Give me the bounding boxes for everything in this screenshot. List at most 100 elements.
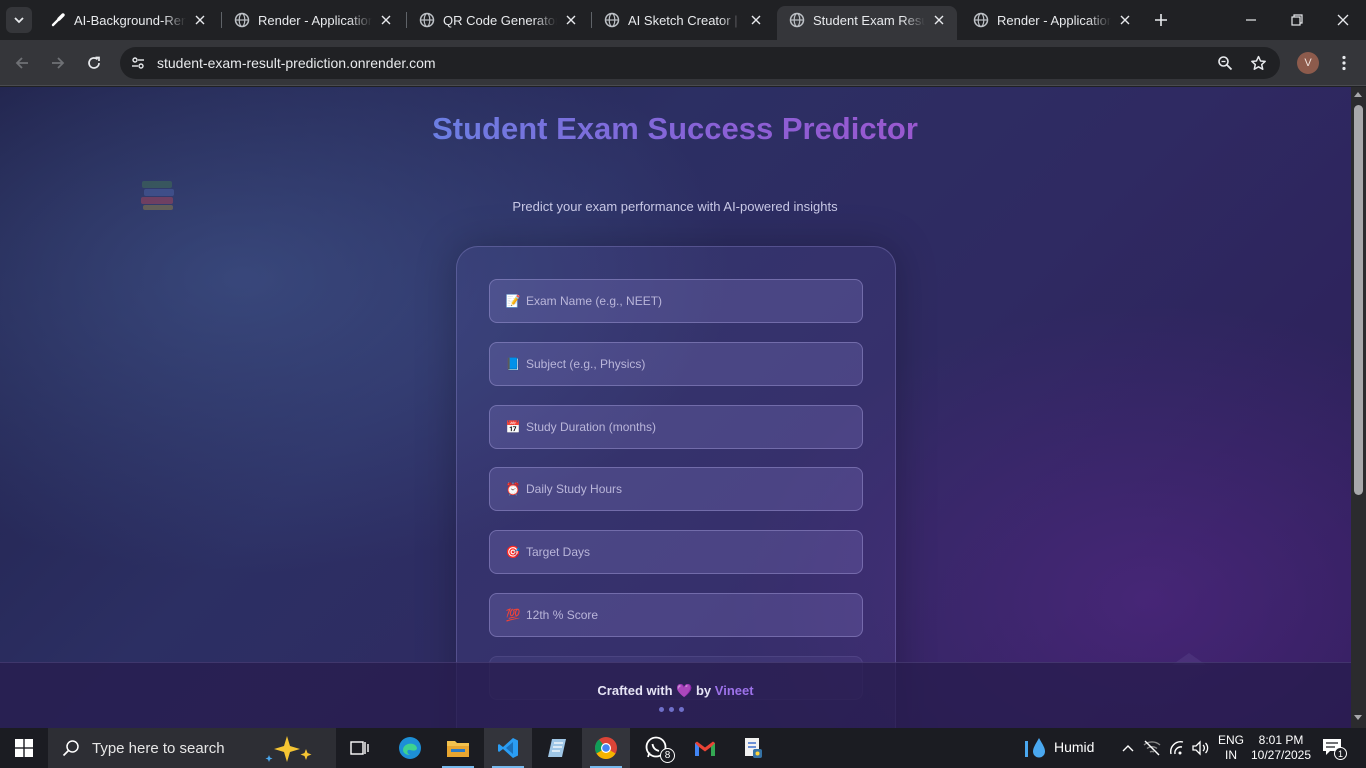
tab-title: AI Sketch Creator | Vineet bbox=[628, 12, 742, 28]
book-icon: 📘 bbox=[505, 357, 521, 371]
zoom-icon[interactable] bbox=[1215, 53, 1235, 73]
site-info-icon[interactable] bbox=[128, 53, 148, 73]
close-tab-icon[interactable] bbox=[563, 12, 579, 28]
url-text: student-exam-result-prediction.onrender.… bbox=[157, 55, 436, 71]
restore-button[interactable] bbox=[1274, 0, 1320, 40]
close-tab-icon[interactable] bbox=[192, 12, 208, 28]
close-tab-icon[interactable] bbox=[931, 12, 947, 28]
alarm-clock-icon: ⏰ bbox=[505, 482, 521, 496]
subject-field[interactable]: 📘 bbox=[489, 342, 863, 386]
prediction-form: 📝 📘 📅 ⏰ 🎯 💯 bbox=[456, 246, 896, 728]
close-icon bbox=[1337, 14, 1349, 26]
whatsapp-taskbar-button[interactable]: 8 bbox=[632, 728, 680, 768]
forward-button[interactable] bbox=[44, 49, 72, 77]
profile-avatar[interactable]: V bbox=[1297, 52, 1319, 74]
subject-input[interactable] bbox=[526, 357, 846, 371]
hundred-points-icon: 💯 bbox=[505, 608, 521, 622]
clock[interactable]: 8:01 PM 10/27/2025 bbox=[1250, 733, 1312, 763]
tab-title: QR Code Generator & Scanner bbox=[443, 12, 557, 28]
target-days-field[interactable]: 🎯 bbox=[489, 530, 863, 574]
weather-text[interactable]: Humid bbox=[1054, 740, 1094, 755]
page-subtitle: Predict your exam performance with AI-po… bbox=[512, 199, 838, 214]
tab-render-dashboard[interactable]: Render - Application Dashboard bbox=[222, 6, 404, 34]
globe-icon bbox=[604, 12, 620, 28]
bg-remover-favicon-icon bbox=[50, 12, 66, 28]
close-tab-icon[interactable] bbox=[378, 12, 394, 28]
exam-name-input[interactable] bbox=[526, 294, 846, 308]
heart-icon: 💜 bbox=[676, 683, 693, 698]
tab-render-dashboard-2[interactable]: Render - Application Dashboard bbox=[961, 6, 1143, 34]
volume-icon[interactable] bbox=[1192, 740, 1210, 756]
task-view-button[interactable] bbox=[336, 728, 384, 768]
browser-toolbar: student-exam-result-prediction.onrender.… bbox=[0, 40, 1366, 86]
gmail-icon bbox=[695, 741, 715, 756]
target-icon: 🎯 bbox=[505, 545, 521, 559]
gmail-taskbar-button[interactable] bbox=[681, 728, 729, 768]
footer-credit: Crafted with 💜 by Vineet bbox=[0, 683, 1351, 699]
close-tab-icon[interactable] bbox=[1117, 12, 1133, 28]
tab-title: AI-Background-Remover bbox=[74, 12, 186, 28]
twelfth-score-field[interactable]: 💯 bbox=[489, 593, 863, 637]
address-bar[interactable]: student-exam-result-prediction.onrender.… bbox=[120, 47, 1280, 79]
browser-menu-button[interactable] bbox=[1334, 53, 1354, 73]
tab-ai-sketch-creator[interactable]: AI Sketch Creator | Vineet bbox=[592, 6, 774, 34]
edge-icon bbox=[399, 737, 421, 759]
page-footer: Crafted with 💜 by Vineet bbox=[0, 662, 1351, 728]
exam-name-field[interactable]: 📝 bbox=[489, 279, 863, 323]
clock-date: 10/27/2025 bbox=[1250, 748, 1312, 762]
close-tab-icon[interactable] bbox=[748, 12, 764, 28]
tab-ai-background-remover[interactable]: AI-Background-Remover bbox=[38, 6, 218, 34]
new-tab-button[interactable] bbox=[1149, 8, 1173, 32]
minimize-icon bbox=[1246, 19, 1256, 21]
tab-student-exam-predictor[interactable]: Student Exam Result Predictor bbox=[777, 6, 957, 40]
notepad-icon bbox=[548, 739, 566, 757]
daily-hours-input[interactable] bbox=[526, 482, 846, 496]
chevron-up-icon[interactable] bbox=[1121, 741, 1135, 755]
tab-title: Render - Application Dashboard bbox=[997, 12, 1111, 28]
globe-icon bbox=[973, 12, 989, 28]
scroll-up-arrow-icon[interactable] bbox=[1354, 92, 1362, 97]
taskbar-search-box[interactable]: Type here to search bbox=[48, 728, 336, 768]
study-duration-input[interactable] bbox=[526, 420, 846, 434]
page-scrollbar[interactable] bbox=[1351, 87, 1366, 728]
sparkle-icon bbox=[265, 736, 312, 762]
back-button[interactable] bbox=[8, 49, 36, 77]
globe-icon bbox=[789, 12, 805, 28]
page-viewport: Student Exam Success Predictor Predict y… bbox=[0, 87, 1351, 728]
study-duration-field[interactable]: 📅 bbox=[489, 405, 863, 449]
python-setup-taskbar-button[interactable] bbox=[729, 728, 777, 768]
file-explorer-taskbar-button[interactable] bbox=[434, 728, 482, 768]
weather-humid-icon[interactable] bbox=[1024, 736, 1048, 760]
footer-author: Vineet bbox=[714, 683, 754, 698]
scrollbar-thumb[interactable] bbox=[1354, 105, 1363, 495]
notification-center-button[interactable]: 1 bbox=[1322, 738, 1347, 760]
language-code: ENG bbox=[1217, 733, 1244, 747]
scroll-down-arrow-icon[interactable] bbox=[1354, 715, 1362, 720]
minimize-button[interactable] bbox=[1228, 0, 1274, 40]
taskbar-search-placeholder: Type here to search bbox=[92, 739, 225, 757]
vscode-taskbar-button[interactable] bbox=[484, 728, 532, 768]
daily-hours-field[interactable]: ⏰ bbox=[489, 467, 863, 511]
page-title: Student Exam Success Predictor bbox=[425, 107, 925, 150]
close-window-button[interactable] bbox=[1320, 0, 1366, 40]
start-button[interactable] bbox=[0, 728, 48, 768]
input-language[interactable]: ENG IN bbox=[1214, 733, 1248, 763]
network-off-icon[interactable] bbox=[1143, 740, 1161, 756]
memo-icon: 📝 bbox=[505, 294, 521, 308]
target-days-input[interactable] bbox=[526, 545, 846, 559]
twelfth-score-input[interactable] bbox=[526, 608, 846, 622]
loading-dots bbox=[659, 707, 684, 712]
whatsapp-badge: 8 bbox=[660, 748, 675, 763]
tab-qr-code-generator[interactable]: QR Code Generator & Scanner bbox=[407, 6, 589, 34]
folder-icon bbox=[447, 741, 469, 757]
notepad-taskbar-button[interactable] bbox=[533, 728, 581, 768]
edge-taskbar-button[interactable] bbox=[386, 728, 434, 768]
wifi-icon[interactable] bbox=[1168, 740, 1186, 756]
chrome-icon bbox=[595, 737, 617, 759]
globe-icon bbox=[234, 12, 250, 28]
chrome-taskbar-button[interactable] bbox=[582, 728, 630, 768]
tab-search-button[interactable] bbox=[6, 7, 32, 33]
tab-strip: AI-Background-Remover Render - Applicati… bbox=[0, 0, 1366, 40]
reload-button[interactable] bbox=[80, 49, 108, 77]
bookmark-star-icon[interactable] bbox=[1248, 53, 1268, 73]
